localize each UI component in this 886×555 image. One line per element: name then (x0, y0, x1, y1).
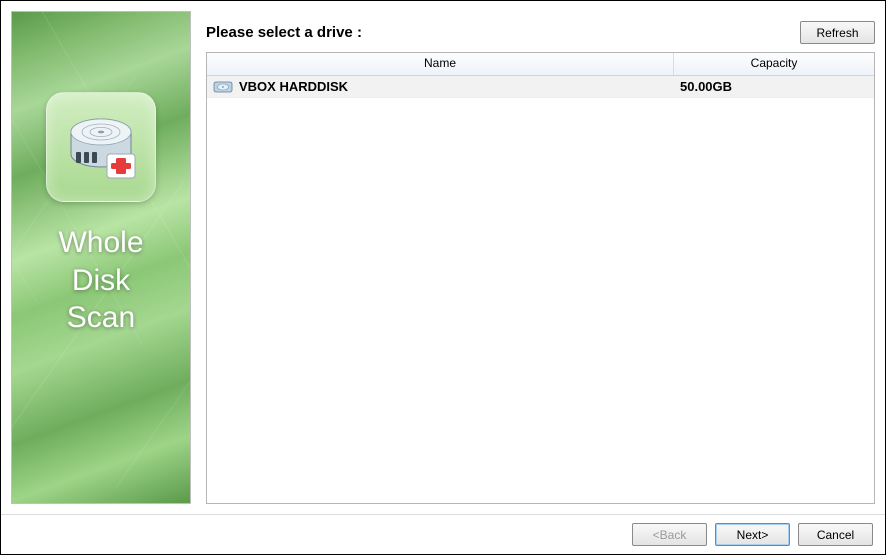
harddisk-icon (213, 79, 233, 95)
main-area: Whole Disk Scan Please select a drive : … (1, 1, 885, 514)
table-row[interactable]: VBOX HARDDISK 50.00GB (207, 76, 874, 98)
drive-table: Name Capacity (206, 52, 875, 504)
next-button[interactable]: Next> (715, 523, 790, 546)
refresh-button[interactable]: Refresh (800, 21, 875, 44)
footer-bar: <Back Next> Cancel (1, 514, 885, 554)
prompt-label: Please select a drive : (206, 24, 362, 41)
harddisk-scan-icon (61, 106, 141, 189)
sidebar-title: Whole Disk Scan (58, 224, 143, 337)
column-header-name[interactable]: Name (207, 53, 674, 75)
back-button[interactable]: <Back (632, 523, 707, 546)
feature-icon-container (46, 92, 156, 202)
table-body: VBOX HARDDISK 50.00GB (207, 76, 874, 503)
content-panel: Please select a drive : Refresh Name Cap… (206, 11, 875, 504)
table-header: Name Capacity (207, 53, 874, 76)
cell-name: VBOX HARDDISK (207, 79, 674, 95)
header-row: Please select a drive : Refresh (206, 11, 875, 52)
cancel-button[interactable]: Cancel (798, 523, 873, 546)
cell-capacity: 50.00GB (674, 79, 874, 94)
column-header-capacity[interactable]: Capacity (674, 53, 874, 75)
sidebar-panel: Whole Disk Scan (11, 11, 191, 504)
drive-name-text: VBOX HARDDISK (239, 79, 348, 94)
dialog-frame: Whole Disk Scan Please select a drive : … (0, 0, 886, 555)
